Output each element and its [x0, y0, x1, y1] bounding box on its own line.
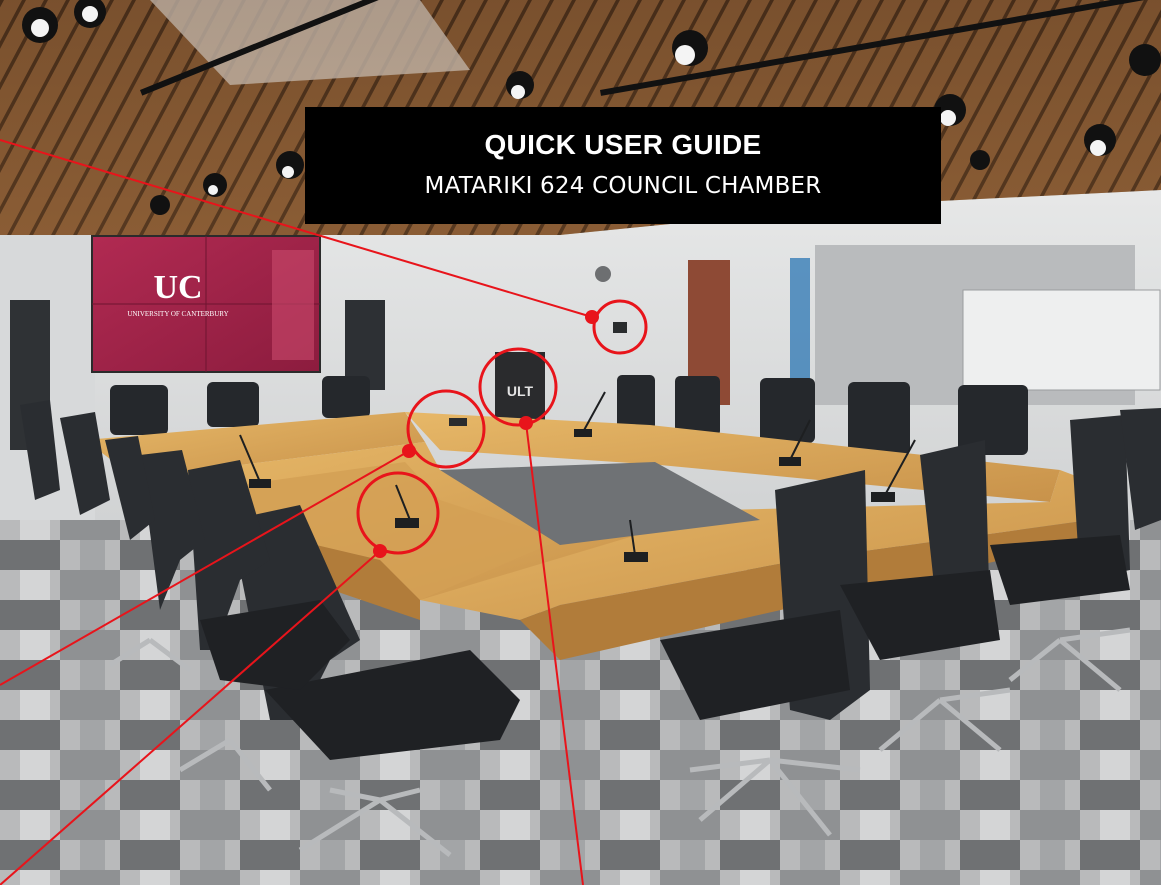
lectern-logo: ULT [507, 383, 534, 399]
wall-control-panel[interactable] [613, 322, 627, 333]
title-banner: QUICK USER GUIDE MATARIKI 624 COUNCIL CH… [305, 107, 941, 224]
screen-logo: UC [153, 269, 202, 306]
page-subtitle: MATARIKI 624 COUNCIL CHAMBER [424, 173, 822, 199]
whiteboard [962, 289, 1161, 391]
page-title: QUICK USER GUIDE [484, 129, 762, 160]
table-touch-panel[interactable] [449, 418, 467, 426]
wall-clock [595, 266, 611, 282]
window-blind [790, 258, 810, 398]
screen-wordmark: UNIVERSITY OF CANTERBURY [127, 310, 228, 318]
